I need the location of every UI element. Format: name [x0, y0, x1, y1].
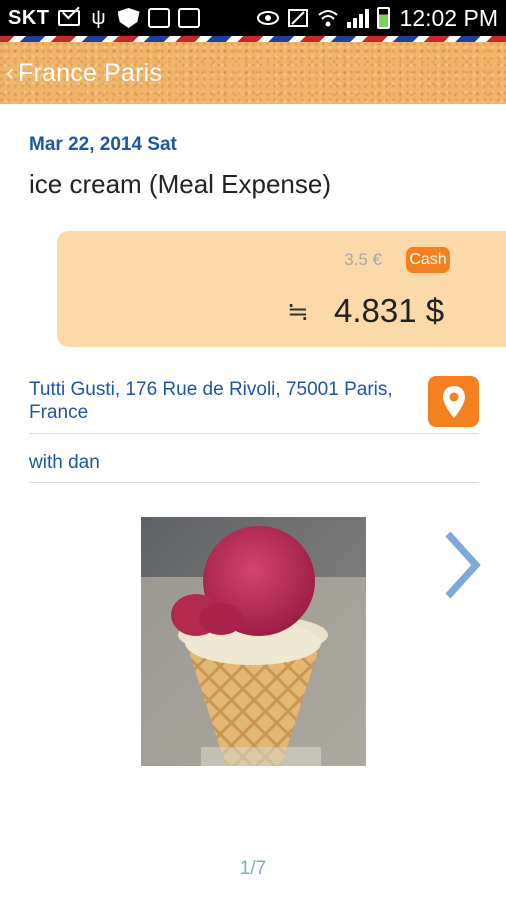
payment-method-badge: Cash: [406, 247, 450, 273]
clock: 12:02 PM: [399, 4, 498, 31]
map-pin-button[interactable]: [428, 376, 479, 427]
mail-icon: [57, 10, 80, 26]
expense-title: ice cream (Meal Expense): [29, 169, 331, 199]
approx-symbol: ≒: [287, 296, 309, 326]
converted-amount: 4.831 $: [334, 292, 445, 329]
divider: [29, 433, 479, 434]
eye-icon: [256, 8, 279, 28]
nfc-icon: [287, 8, 309, 28]
trip-title[interactable]: France Paris: [18, 59, 162, 88]
wifi-icon: [317, 8, 339, 28]
battery-icon: [376, 7, 390, 29]
clipboard-icon: [177, 8, 200, 28]
shield-icon: [117, 8, 140, 28]
companion-text[interactable]: with dan: [29, 452, 100, 474]
expense-photo[interactable]: [141, 517, 366, 766]
divider: [29, 482, 479, 483]
map-pin-icon: [442, 385, 465, 418]
expense-date: Mar 22, 2014 Sat: [29, 134, 177, 155]
signal-icon: [346, 8, 369, 28]
chevron-right-icon: [445, 531, 481, 599]
next-photo-button[interactable]: [436, 530, 486, 600]
download-icon: [147, 8, 170, 28]
back-chevron-icon[interactable]: ‹: [6, 59, 14, 87]
original-amount: 3.5 €: [344, 250, 382, 269]
usb-icon: ψ: [91, 7, 106, 29]
carrier-label: SKT: [8, 6, 50, 29]
photo-pager: 1/7: [239, 858, 267, 879]
app-header: ‹ France Paris: [0, 42, 506, 104]
location-address[interactable]: Tutti Gusti, 176 Rue de Rivoli, 75001 Pa…: [29, 378, 414, 424]
status-bar: SKT ψ 12:02 PM: [0, 0, 506, 36]
